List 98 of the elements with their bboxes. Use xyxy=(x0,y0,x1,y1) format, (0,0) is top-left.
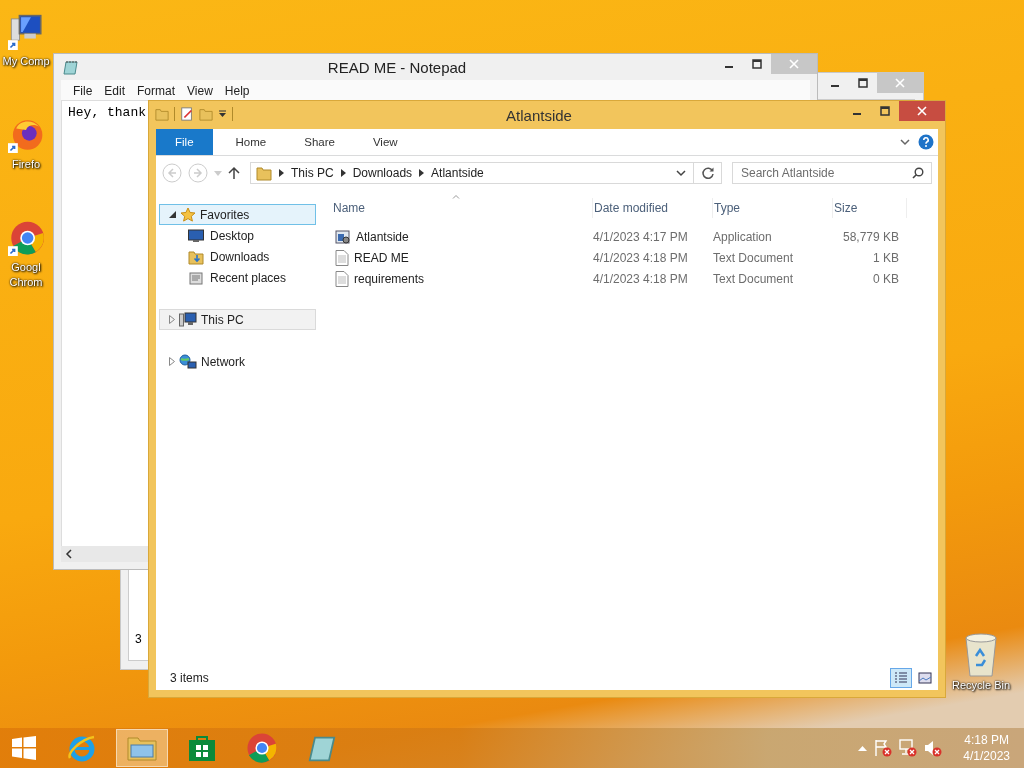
document-text: 3 xyxy=(135,632,142,646)
window-title: READ ME - Notepad xyxy=(326,59,468,76)
chevron-right-icon xyxy=(340,169,346,177)
type-cell-text: Text Document xyxy=(713,271,795,286)
chrome-shortcut-icon[interactable] xyxy=(8,220,44,256)
type-cell-text: Application xyxy=(713,229,773,244)
desktop-icon-label: Googl xyxy=(11,260,41,275)
file-name[interactable]: Atlantside xyxy=(356,229,409,244)
nav-item[interactable]: Network xyxy=(159,351,316,372)
menu-item[interactable]: Edit xyxy=(98,84,132,98)
ribbon-tab[interactable]: Share xyxy=(289,129,350,155)
desktop-icon-label: Chrom xyxy=(9,275,43,290)
folder-icon xyxy=(256,165,272,181)
close-icon xyxy=(789,59,799,69)
refresh-icon[interactable] xyxy=(701,166,715,180)
collapsed-arrow-icon[interactable] xyxy=(169,357,175,366)
help-icon[interactable] xyxy=(918,134,934,150)
network-icon xyxy=(179,353,197,370)
ribbon-tab[interactable]: View xyxy=(357,129,413,155)
recent-places-icon xyxy=(188,269,204,286)
text-file-icon xyxy=(335,249,349,266)
speaker-muted-icon[interactable] xyxy=(924,739,943,757)
close-icon xyxy=(917,106,927,116)
minimize-icon xyxy=(831,85,839,87)
chevron-right-icon xyxy=(279,169,284,177)
desktop-icon-label: My Comp xyxy=(2,54,50,69)
chevron-down-icon[interactable] xyxy=(676,169,686,177)
size-cell-text: 0 KB xyxy=(872,271,900,286)
column-header[interactable]: Date modified xyxy=(593,198,713,218)
ribbon-tab[interactable]: File xyxy=(156,129,213,155)
monitor-icon xyxy=(188,228,204,243)
size-cell-text: 1 KB xyxy=(872,250,900,265)
up-arrow-icon[interactable] xyxy=(228,166,240,180)
star-icon xyxy=(180,206,196,223)
application-icon xyxy=(335,228,351,245)
nav-item[interactable]: Downloads xyxy=(159,246,316,267)
menu-item[interactable]: View xyxy=(181,84,219,98)
address-bar[interactable]: This PC Downloads Atlantside xyxy=(250,162,722,184)
ribbon-tab[interactable]: Home xyxy=(220,129,282,155)
maximize-icon xyxy=(752,59,762,69)
text-file-icon xyxy=(335,270,349,287)
file-name[interactable]: READ ME xyxy=(354,250,409,265)
type-cell-text: Text Document xyxy=(713,250,795,265)
search-icon xyxy=(912,167,924,179)
date-cell-text: 4/1/2023 4:18 PM xyxy=(593,250,689,265)
folder-icon xyxy=(188,248,204,265)
file-name[interactable]: requirements xyxy=(354,271,425,286)
size-cell-text: 58,779 KB xyxy=(841,229,900,244)
internet-explorer-icon xyxy=(67,733,97,763)
column-header[interactable]: Name xyxy=(332,198,593,218)
firefox-shortcut-icon[interactable] xyxy=(8,117,44,153)
search-field[interactable]: Search Atlantside xyxy=(732,162,932,184)
maximize-icon xyxy=(858,78,868,88)
minimize-icon xyxy=(725,66,733,68)
column-header[interactable]: Type xyxy=(713,198,833,218)
scroll-left-icon[interactable] xyxy=(65,549,73,559)
windows-logo-icon xyxy=(11,735,37,761)
desktop-icon-label: Recycle Bin xyxy=(952,678,1011,693)
nav-item[interactable]: Recent places xyxy=(159,267,316,288)
breadcrumb-item[interactable]: This PC xyxy=(291,166,334,180)
nav-item[interactable]: This PC xyxy=(159,309,316,330)
flag-with-error-icon[interactable] xyxy=(874,739,893,757)
expanded-arrow-icon[interactable] xyxy=(169,211,176,218)
document-text: Hey, thank xyxy=(68,105,146,120)
recycle-bin-icon[interactable] xyxy=(963,632,1000,678)
dropdown-caret-icon[interactable] xyxy=(218,110,227,118)
breadcrumb-item[interactable]: Downloads xyxy=(352,166,413,180)
computer-shortcut-icon[interactable] xyxy=(8,14,44,50)
collapsed-arrow-icon[interactable] xyxy=(169,315,175,324)
details-view-button[interactable] xyxy=(890,668,912,688)
chevron-down-icon[interactable] xyxy=(900,138,910,146)
chrome-icon xyxy=(246,732,278,764)
date-cell-text: 4/1/2023 4:18 PM xyxy=(593,271,689,286)
column-header[interactable]: Size xyxy=(833,198,907,218)
window-title: Atlantside xyxy=(505,107,573,124)
nav-item[interactable]: Desktop xyxy=(159,225,316,246)
close-icon xyxy=(895,78,905,88)
nav-item[interactable]: Favorites xyxy=(159,204,316,225)
notepad-icon xyxy=(63,59,79,75)
network-with-error-icon[interactable] xyxy=(899,739,918,757)
computer-icon xyxy=(179,311,197,328)
item-count: 3 items xyxy=(170,671,209,685)
tiles-view-icon xyxy=(918,672,932,684)
details-view-icon xyxy=(894,672,908,684)
menu-item[interactable]: File xyxy=(67,84,99,98)
folder-icon xyxy=(155,107,169,121)
desktop-icon-label: Firefo xyxy=(11,157,41,172)
menu-item[interactable]: Format xyxy=(131,84,182,98)
date-cell-text: 4/1/2023 4:17 PM xyxy=(593,229,689,244)
minimize-icon xyxy=(853,113,861,115)
maximize-icon xyxy=(880,106,890,116)
menu-item[interactable]: Help xyxy=(218,84,256,98)
notepad-icon xyxy=(308,734,336,762)
shopping-bag-icon xyxy=(188,734,216,762)
properties-icon[interactable] xyxy=(180,107,194,121)
chevron-right-icon xyxy=(419,169,425,177)
breadcrumb-item[interactable]: Atlantside xyxy=(431,166,484,180)
folder-icon xyxy=(126,734,158,762)
